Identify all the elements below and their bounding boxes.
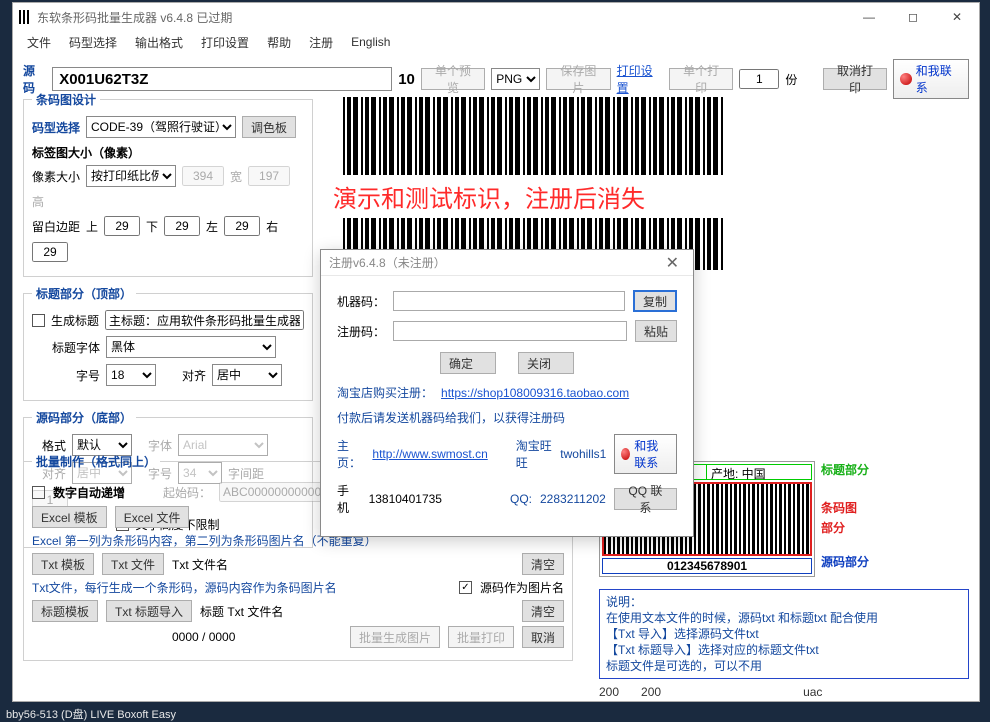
dialog-contact-button[interactable]: 和我联系	[614, 434, 677, 474]
register-code-input[interactable]	[393, 321, 627, 341]
contact-icon	[621, 448, 630, 460]
margin-right[interactable]	[32, 242, 68, 262]
type-label: 码型选择	[32, 119, 80, 136]
excel-template-button[interactable]: Excel 模板	[32, 506, 107, 528]
menu-file[interactable]: 文件	[19, 32, 59, 53]
cancel-print-button[interactable]: 取消打印	[823, 68, 887, 90]
count-value: 10	[398, 71, 415, 88]
title-size-select[interactable]: 18	[106, 364, 156, 386]
batch-gen-button[interactable]: 批量生成图片	[350, 626, 440, 648]
copies-input[interactable]	[739, 69, 779, 89]
window-title: 东软条形码批量生成器 v6.4.8 已过期	[37, 9, 232, 26]
margin-bottom[interactable]	[164, 216, 200, 236]
clear-txt-button[interactable]: 清空	[522, 553, 564, 575]
txt-template-button[interactable]: Txt 模板	[32, 553, 94, 575]
title-group: 标题部分（顶部） 生成标题 标题字体 黑体 字号 18 对齐 居中	[23, 285, 313, 401]
source-legend: 源码部分（底部）	[32, 409, 136, 426]
menu-help[interactable]: 帮助	[259, 32, 299, 53]
menu-printsetup[interactable]: 打印设置	[193, 32, 257, 53]
dialog-titlebar: 注册v6.4.8（未注册） ✕	[321, 250, 693, 276]
excel-file-button[interactable]: Excel 文件	[115, 506, 190, 528]
design-legend: 条码图设计	[32, 91, 100, 108]
batch-cancel-button[interactable]: 取消	[522, 626, 564, 648]
titlebar: 东软条形码批量生成器 v6.4.8 已过期 — ◻ ✕	[13, 3, 979, 31]
txt-note: Txt文件，每行生成一个条形码，源码内容作为条码图片名	[32, 579, 337, 596]
contact-icon	[900, 73, 912, 85]
dialog-close-btn[interactable]: 关闭	[518, 352, 574, 374]
width-input	[182, 166, 224, 186]
desktop-taskbar-fragment: bby56-513 (D盘) LIVE Boxoft Easy	[0, 706, 990, 720]
margin-left[interactable]	[224, 216, 260, 236]
print-settings-link[interactable]: 打印设置	[617, 62, 663, 96]
src-as-imgname-checkbox[interactable]	[459, 581, 472, 594]
demo-watermark: 演示和测试标识，注册后消失	[333, 175, 748, 218]
copy-button[interactable]: 复制	[633, 290, 677, 312]
paste-button[interactable]: 粘贴	[635, 320, 677, 342]
machine-code-input[interactable]	[393, 291, 625, 311]
maximize-button[interactable]: ◻	[891, 3, 935, 31]
app-icon	[19, 10, 31, 24]
menu-english[interactable]: English	[343, 33, 398, 51]
dialog-title: 注册v6.4.8（未注册）	[329, 254, 446, 271]
title-legend: 标题部分（顶部）	[32, 285, 136, 302]
auto-increment-checkbox[interactable]	[32, 486, 45, 499]
info-box: 说明： 在使用文本文件的时候，源码txt 和标题txt 配合使用 【Txt 导入…	[599, 589, 969, 679]
save-image-button[interactable]: 保存图片	[546, 68, 610, 90]
shop-link[interactable]: https://shop108009316.taobao.com	[441, 386, 629, 400]
close-button[interactable]: ✕	[935, 3, 979, 31]
gen-title-checkbox[interactable]	[32, 314, 45, 327]
menu-codetype[interactable]: 码型选择	[61, 32, 125, 53]
minimize-button[interactable]: —	[847, 3, 891, 31]
title-align-select[interactable]: 居中	[212, 364, 282, 386]
margin-top[interactable]	[104, 216, 140, 236]
single-print-button[interactable]: 单个打印	[669, 68, 733, 90]
source-input[interactable]	[52, 67, 392, 91]
menu-register[interactable]: 注册	[301, 32, 341, 53]
height-input	[248, 166, 290, 186]
menubar: 文件 码型选择 输出格式 打印设置 帮助 注册 English	[13, 31, 979, 53]
menu-output[interactable]: 输出格式	[127, 32, 191, 53]
barcode-type-select[interactable]: CODE-39（驾照行驶证）	[86, 116, 236, 138]
barcode-image-top	[343, 97, 723, 175]
home-link[interactable]: http://www.swmost.cn	[372, 447, 487, 461]
batch-print-button[interactable]: 批量打印	[448, 626, 514, 648]
txt-title-import-button[interactable]: Txt 标题导入	[106, 600, 192, 622]
title-font-select[interactable]: 黑体	[106, 336, 276, 358]
main-window: 东软条形码批量生成器 v6.4.8 已过期 — ◻ ✕ 文件 码型选择 输出格式…	[12, 2, 980, 702]
pxsize-label: 像素大小	[32, 168, 80, 185]
palette-button[interactable]: 调色板	[242, 116, 296, 138]
design-group: 条码图设计 码型选择 CODE-39（驾照行驶证） 调色板 标签图大小（像素） …	[23, 91, 313, 277]
footer-info: 200200 uac	[599, 685, 969, 699]
txt-file-button[interactable]: Txt 文件	[102, 553, 164, 575]
sample-number: 012345678901	[602, 558, 812, 574]
clear-title-button[interactable]: 清空	[522, 600, 564, 622]
sample-labels: 标题部分 条码图 部分 源码部分	[821, 461, 891, 573]
copies-unit: 份	[785, 71, 797, 88]
batch-legend: 批量制作（格式同上）	[32, 453, 160, 470]
contact-button[interactable]: 和我联系	[893, 59, 969, 99]
qq-contact-button[interactable]: QQ 联系	[614, 488, 677, 510]
margin-label: 留白边距	[32, 218, 80, 235]
dialog-close-button[interactable]: ✕	[660, 253, 685, 273]
main-title-input[interactable]	[105, 310, 304, 330]
single-preview-button[interactable]: 单个预览	[421, 68, 485, 90]
format-select[interactable]: PNG	[491, 68, 540, 90]
size-heading: 标签图大小（像素）	[32, 144, 304, 161]
progress-text: 0000 / 0000	[172, 630, 235, 644]
pxmode-select[interactable]: 按打印纸比例	[86, 165, 176, 187]
dialog-ok-button[interactable]: 确定	[440, 352, 496, 374]
title-template-button[interactable]: 标题模板	[32, 600, 98, 622]
register-dialog: 注册v6.4.8（未注册） ✕ 机器码： 复制 注册码： 粘贴 确定 关闭 淘宝…	[320, 249, 694, 537]
